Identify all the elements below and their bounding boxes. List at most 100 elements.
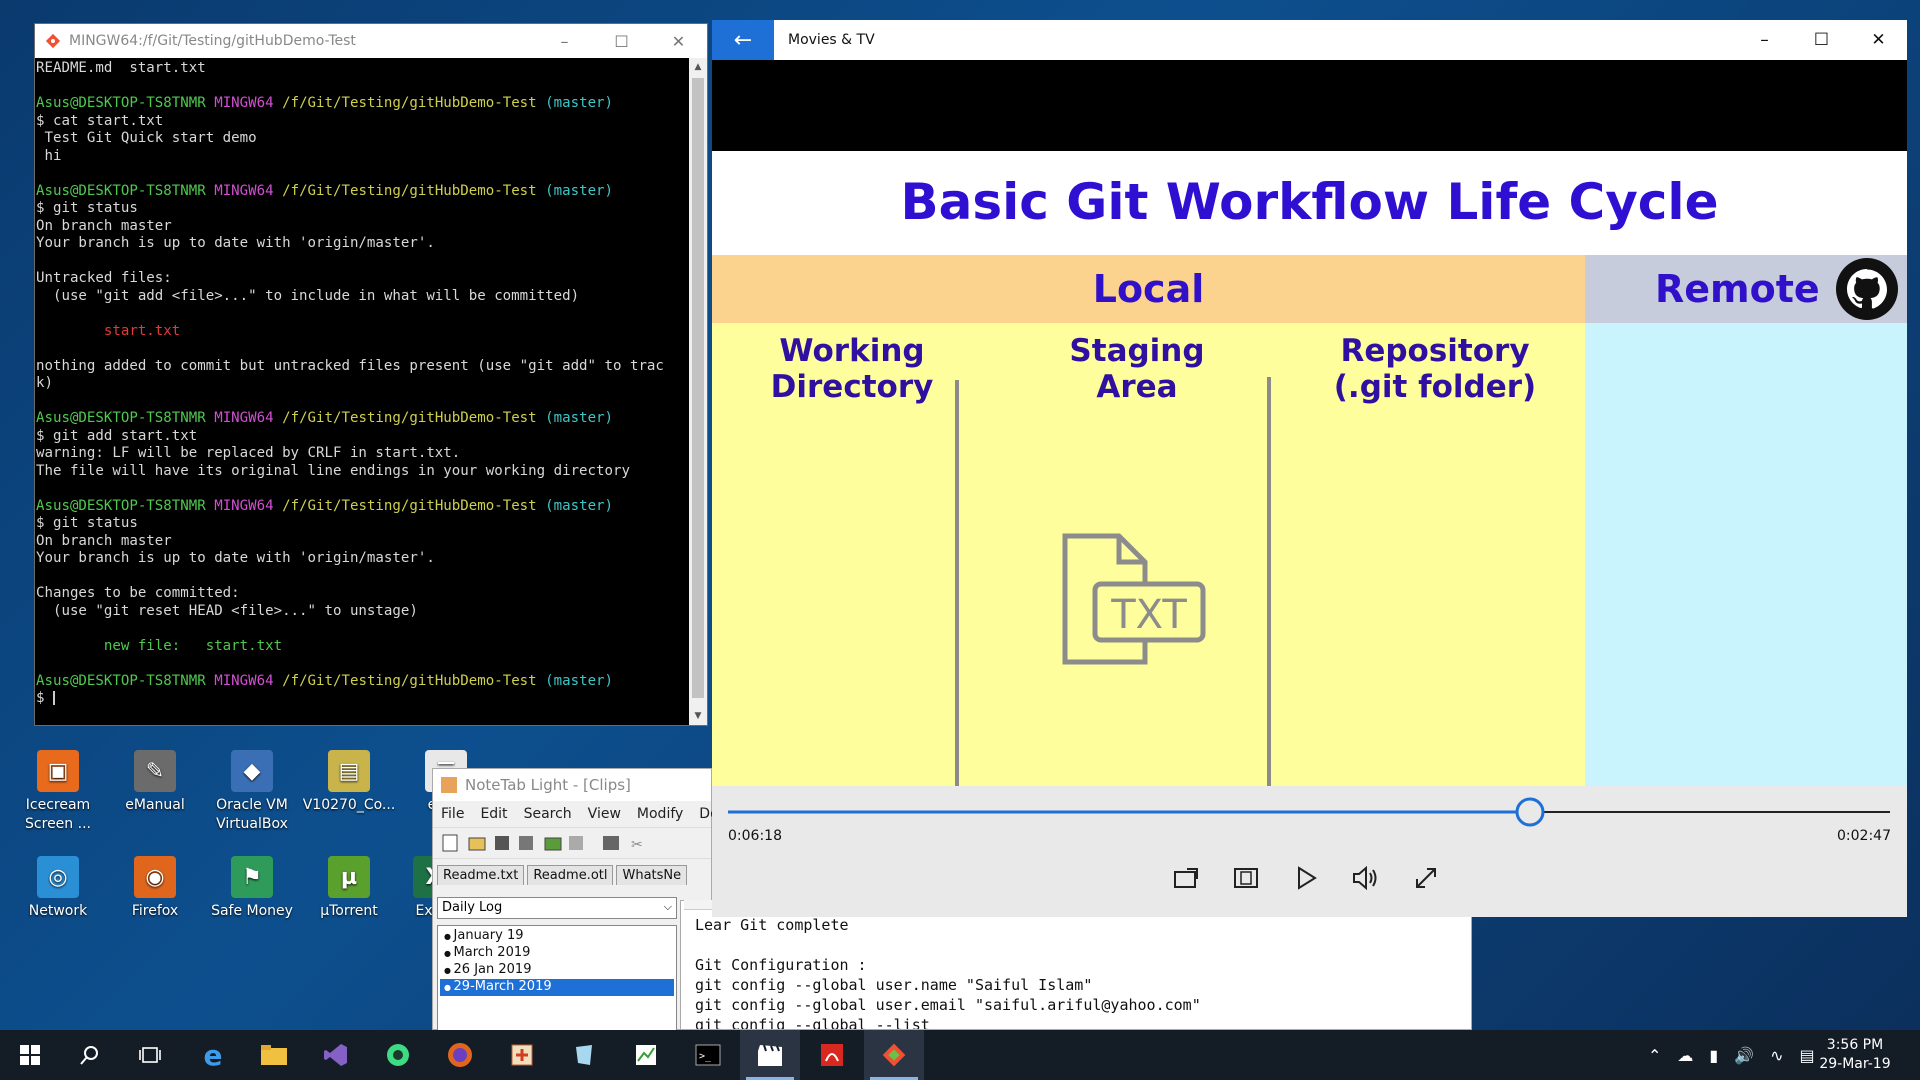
onedrive-icon[interactable]: ☁ (1677, 1046, 1693, 1065)
terminal-text: (master) (545, 410, 614, 426)
terminal-line: On branch master (36, 533, 688, 551)
terminal-output[interactable]: README.md start.txt Asus@DESKTOP-TS8TNMR … (35, 58, 689, 725)
menu-item[interactable]: Modify (629, 806, 691, 822)
task-view-icon[interactable] (120, 1030, 180, 1080)
chart-app-icon[interactable] (616, 1030, 676, 1080)
document-tab[interactable]: Readme.otl (527, 865, 614, 885)
aspect-ratio-icon[interactable] (1230, 862, 1262, 894)
speaker-icon[interactable]: 🔊 (1734, 1046, 1754, 1065)
remote-label: Remote (1655, 267, 1820, 311)
terminal-scroll-thumb[interactable] (692, 78, 704, 698)
edge-icon[interactable]: e (183, 1030, 243, 1080)
movies-tv-taskbar-icon[interactable] (740, 1030, 800, 1080)
terminal-text: (master) (545, 95, 614, 111)
close-button[interactable]: ✕ (1850, 30, 1907, 50)
notetab-taskbar-icon[interactable] (492, 1030, 552, 1080)
terminal-line: (use "git reset HEAD <file>..." to unsta… (36, 603, 688, 621)
video-frame: Basic Git Workflow Life Cycle Local Remo… (712, 151, 1907, 786)
desktop-app-icon: ◉ (134, 856, 176, 898)
desktop-app-icon: ◆ (231, 750, 273, 792)
document-tab[interactable]: Readme.txt (437, 865, 525, 885)
git-bash-window[interactable]: MINGW64:/f/Git/Testing/gitHubDemo-Test –… (34, 23, 708, 726)
bullet-icon: ● (444, 966, 454, 975)
terminal-line: Changes to be committed: (36, 585, 688, 603)
terminal-line: Untracked files: (36, 270, 688, 288)
git-diamond-icon (45, 33, 61, 49)
movies-titlebar[interactable]: ← Movies & TV – ☐ ✕ (712, 20, 1907, 60)
terminal-text: $ cat start.txt (36, 112, 164, 129)
notepad-icon[interactable] (554, 1030, 614, 1080)
maximize-button[interactable]: ☐ (593, 32, 650, 51)
notetab-editor[interactable]: Lear Git complete Git Configuration : gi… (680, 900, 1472, 1030)
menu-item[interactable]: Search (516, 806, 580, 822)
terminal-text: $ git status (36, 200, 138, 216)
acrobat-icon[interactable] (802, 1030, 862, 1080)
close-button[interactable]: ✕ (650, 32, 707, 51)
menu-item[interactable]: File (433, 806, 472, 822)
document-tab[interactable]: WhatsNe (616, 865, 688, 885)
firefox-icon[interactable] (430, 1030, 490, 1080)
player-controls: 0:06:18 0:02:47 (712, 786, 1907, 917)
back-arrow-icon[interactable]: ← (712, 20, 774, 60)
remote-area (1585, 323, 1907, 786)
terminal-line: $ cat start.txt (36, 113, 688, 131)
cast-icon[interactable] (1170, 862, 1202, 894)
android-icon[interactable] (368, 1030, 428, 1080)
terminal-text: nothing added to commit but untracked fi… (36, 357, 664, 374)
terminal-line: $ (36, 690, 688, 708)
list-item[interactable]: ● 29-March 2019 (440, 979, 674, 996)
visual-studio-icon[interactable] (306, 1030, 366, 1080)
notetab-toolbar: ✂ (433, 827, 711, 859)
seek-bar[interactable] (728, 796, 1890, 828)
list-item[interactable]: ● January 19 (440, 928, 674, 945)
git-gui-icon[interactable] (864, 1030, 924, 1080)
minimize-button[interactable]: – (1736, 30, 1793, 50)
desktop-icon[interactable]: ◎ Network (10, 856, 106, 921)
desktop-icon-label: Oracle VM VirtualBox (216, 797, 288, 832)
desktop-icon[interactable]: ✎ eManual (107, 750, 203, 815)
file-explorer-icon[interactable] (244, 1030, 304, 1080)
terminal-scrollbar[interactable]: ▲ ▼ (689, 58, 707, 725)
battery-icon[interactable]: ▮ (1709, 1046, 1718, 1065)
terminal-line: start.txt (36, 323, 688, 341)
terminal-text: Asus@DESKTOP-TS8TNMR (36, 410, 215, 426)
notetab-titlebar[interactable]: NoteTab Light - [Clips] (433, 769, 711, 801)
minimize-button[interactable]: – (536, 32, 593, 51)
menu-item[interactable]: View (580, 806, 629, 822)
fullscreen-icon[interactable] (1410, 862, 1442, 894)
cmd-icon[interactable]: >_ (678, 1030, 738, 1080)
terminal-text: /f/Git/Testing/gitHubDemo-Test (282, 95, 546, 111)
chevron-up-icon[interactable]: ⌃ (1648, 1046, 1661, 1065)
notetab-window[interactable]: NoteTab Light - [Clips] File Edit Search Vi… (432, 768, 719, 1031)
terminal-text: Asus@DESKTOP-TS8TNMR (36, 672, 215, 689)
menu-item[interactable]: Edit (472, 806, 515, 822)
desktop-icon[interactable]: ▤ V10270_Co... (301, 750, 397, 815)
clock[interactable]: 3:56 PM 29-Mar-19 (1818, 1036, 1892, 1074)
desktop-icon[interactable]: ◆ Oracle VM VirtualBox (204, 750, 300, 834)
wifi-icon[interactable]: ∿ (1770, 1046, 1783, 1065)
volume-icon[interactable] (1350, 862, 1382, 894)
desktop-icon[interactable]: ⚑ Safe Money (204, 856, 300, 921)
terminal-text: $ git status (36, 515, 138, 531)
search-icon[interactable] (60, 1030, 120, 1080)
notifications-icon[interactable]: ▤ (1800, 1046, 1815, 1065)
maximize-button[interactable]: ☐ (1793, 30, 1850, 50)
terminal-text: Your branch is up to date with 'origin/m… (36, 235, 435, 251)
repository-title: Repository (.git folder) (1333, 333, 1537, 405)
desktop-icon[interactable]: µ µTorrent (301, 856, 397, 921)
library-select[interactable]: Daily Log ⌵ (437, 897, 677, 919)
desktop-icon[interactable]: ▣ Icecream Screen ... (10, 750, 106, 834)
desktop-icon[interactable]: ◉ Firefox (107, 856, 203, 921)
svg-text:>_: >_ (699, 1051, 712, 1062)
play-icon[interactable] (1290, 862, 1322, 894)
movies-tv-window[interactable]: ← Movies & TV – ☐ ✕ Basic Git Workflow L… (712, 20, 1907, 917)
list-item[interactable]: ● 26 Jan 2019 (440, 962, 674, 979)
terminal-line: nothing added to commit but untracked fi… (36, 358, 688, 376)
elapsed-time: 0:06:18 (728, 828, 782, 844)
terminal-titlebar[interactable]: MINGW64:/f/Git/Testing/gitHubDemo-Test –… (35, 24, 707, 58)
terminal-text: k) (36, 375, 53, 391)
list-item[interactable]: ● March 2019 (440, 945, 674, 962)
terminal-text: /f/Git/Testing/gitHubDemo-Test (282, 182, 546, 199)
start-button[interactable] (0, 1030, 60, 1080)
